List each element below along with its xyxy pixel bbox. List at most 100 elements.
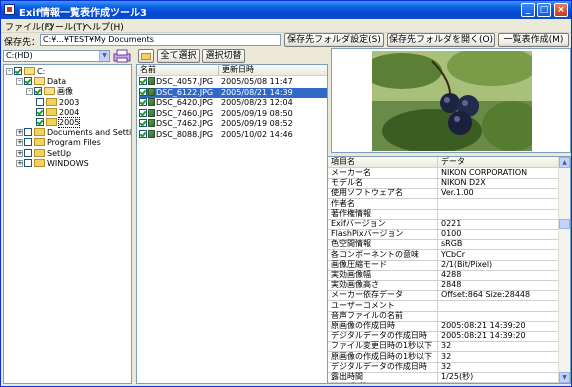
tree-checkbox[interactable] bbox=[24, 128, 32, 137]
file-row[interactable]: DSC_7460.JPG 2005/09/19 08:50 bbox=[139, 108, 327, 119]
tree-checkbox[interactable] bbox=[24, 138, 32, 147]
expand-icon[interactable]: + bbox=[16, 129, 23, 137]
folder-tree[interactable]: - C: - Data - 画像 2003 2004 2005 + Documents and Se… bbox=[3, 64, 132, 384]
drive-select[interactable]: C:(HD) ▼ bbox=[3, 50, 110, 62]
folder-icon bbox=[34, 138, 45, 147]
maximize-button[interactable]: □ bbox=[537, 3, 551, 17]
image-file-icon bbox=[148, 108, 155, 117]
menu-bar: ファイル(F) ツール(T) ヘルプ(H) bbox=[1, 19, 571, 33]
image-preview bbox=[331, 48, 571, 153]
property-table-header: 項目名 データ bbox=[328, 157, 558, 168]
file-row[interactable]: DSC_8088.JPG 2005/10/02 14:46 bbox=[139, 130, 327, 140]
property-key: ファイル変更日時の1秒以下 bbox=[328, 341, 438, 352]
property-key: 著作権情報 bbox=[328, 208, 438, 219]
file-checkbox[interactable] bbox=[139, 98, 147, 107]
file-name: DSC_6420.JPG bbox=[156, 98, 214, 108]
printer-icon[interactable] bbox=[113, 49, 131, 63]
file-date: 2005/08/23 12:04 bbox=[221, 98, 293, 108]
property-key: Exifバージョン bbox=[328, 219, 438, 229]
property-value: YCbCr bbox=[441, 249, 465, 259]
create-list-button[interactable]: 一覧表作成(M) bbox=[498, 33, 569, 47]
collapse-icon[interactable]: - bbox=[16, 78, 23, 86]
property-value: 4288 bbox=[441, 270, 462, 279]
set-save-folder-button[interactable]: 保存先フォルダ設定(S) bbox=[284, 33, 384, 47]
expand-icon[interactable]: + bbox=[16, 159, 23, 167]
tree-node[interactable]: 2005 bbox=[36, 117, 81, 128]
property-key: 実効画像幅 bbox=[328, 270, 438, 280]
property-row[interactable]: レンズF値F8.0 bbox=[328, 382, 558, 383]
image-file-icon bbox=[148, 87, 155, 96]
file-list[interactable]: 名前 更新日時 DSC_4057.JPG 2005/05/08 11:47 DSC_… bbox=[136, 64, 328, 384]
tree-node[interactable]: - 画像 bbox=[26, 87, 73, 97]
property-key: 各コンポーネントの意味 bbox=[328, 249, 438, 260]
title-bar[interactable]: Exif情報一覧表作成ツール3 _ □ × bbox=[1, 1, 571, 19]
scroll-thumb[interactable] bbox=[559, 219, 570, 229]
tree-node[interactable]: - C: bbox=[6, 67, 45, 77]
file-checkbox[interactable] bbox=[139, 87, 147, 96]
expand-icon[interactable]: + bbox=[16, 149, 23, 157]
save-path-input[interactable]: C:¥...¥TEST¥My Documents bbox=[40, 34, 281, 46]
app-icon bbox=[4, 4, 15, 15]
property-key: レンズF値 bbox=[328, 382, 438, 383]
property-key: デジタルデータの作成日時 bbox=[328, 361, 438, 372]
tree-node[interactable]: 2004 bbox=[36, 107, 79, 118]
file-checkbox[interactable] bbox=[139, 77, 147, 85]
collapse-icon[interactable]: - bbox=[26, 88, 33, 96]
tree-node-label: Program Files bbox=[47, 138, 101, 148]
column-header-date[interactable]: 更新日時 bbox=[219, 65, 327, 76]
tree-node-label: Documents and Settings bbox=[47, 128, 132, 138]
close-button[interactable]: × bbox=[554, 3, 568, 17]
scroll-down-icon[interactable]: ▼ bbox=[559, 372, 570, 383]
file-row[interactable]: DSC_4057.JPG 2005/05/08 11:47 bbox=[139, 77, 327, 87]
tree-node[interactable]: + WINDOWS bbox=[16, 158, 89, 169]
tree-node-label: SetUp bbox=[47, 148, 72, 158]
app-window: Exif情報一覧表作成ツール3 _ □ × ファイル(F) ツール(T) ヘルプ… bbox=[0, 0, 572, 387]
file-row[interactable]: DSC_6420.JPG 2005/08/23 12:04 bbox=[139, 98, 327, 108]
chevron-down-icon[interactable]: ▼ bbox=[99, 51, 109, 61]
property-value: 2005:08:21 14:39:20 bbox=[441, 331, 526, 341]
folder-icon bbox=[44, 87, 55, 96]
tree-node[interactable]: 2003 bbox=[36, 97, 79, 108]
folder-up-button[interactable] bbox=[138, 49, 154, 63]
tree-checkbox[interactable] bbox=[24, 158, 32, 167]
property-value: 32 bbox=[441, 351, 452, 361]
file-checkbox[interactable] bbox=[139, 130, 147, 138]
folder-icon bbox=[34, 77, 45, 86]
image-file-icon bbox=[148, 130, 155, 138]
file-row[interactable]: DSC_6122.JPG 2005/08/21 14:39 bbox=[139, 87, 327, 98]
tree-checkbox[interactable] bbox=[14, 67, 22, 75]
expand-icon[interactable]: + bbox=[16, 139, 23, 147]
minimize-button[interactable]: _ bbox=[521, 3, 535, 17]
select-all-button[interactable]: 全て選択 bbox=[157, 49, 200, 63]
open-save-folder-button[interactable]: 保存先フォルダを開く(O) bbox=[387, 33, 495, 47]
file-row[interactable]: DSC_7462.JPG 2005/09/19 08:52 bbox=[139, 119, 327, 129]
property-value: Offset:864 Size:28448 bbox=[441, 290, 531, 300]
scroll-up-icon[interactable]: ▲ bbox=[559, 157, 570, 168]
exif-property-table[interactable]: 項目名 データ ▲ ▼ メーカー名 NIKON CORPORATION モデル名 NI… bbox=[327, 156, 571, 384]
property-scrollbar[interactable]: ▲ ▼ bbox=[558, 157, 570, 383]
menu-help[interactable]: ヘルプ(H) bbox=[83, 20, 124, 33]
tree-checkbox[interactable] bbox=[34, 87, 42, 96]
tree-checkbox[interactable] bbox=[36, 97, 44, 106]
property-value: 0221 bbox=[441, 219, 462, 228]
tree-checkbox[interactable] bbox=[24, 77, 32, 86]
tree-checkbox[interactable] bbox=[36, 118, 44, 126]
toggle-selection-button[interactable]: 選択切替 bbox=[202, 49, 245, 63]
column-header-name[interactable]: 名前 bbox=[137, 65, 219, 76]
tree-checkbox[interactable] bbox=[24, 148, 32, 157]
property-value: sRGB bbox=[441, 239, 463, 249]
tree-node[interactable]: + Documents and Settings bbox=[16, 128, 132, 138]
file-checkbox[interactable] bbox=[139, 119, 147, 128]
header-key: 項目名 bbox=[328, 157, 438, 167]
tree-checkbox[interactable] bbox=[36, 107, 44, 116]
tree-node[interactable]: + SetUp bbox=[16, 148, 72, 159]
folder-icon bbox=[34, 128, 45, 137]
file-checkbox[interactable] bbox=[139, 108, 147, 117]
tree-node[interactable]: + Program Files bbox=[16, 138, 101, 148]
collapse-icon[interactable]: - bbox=[6, 68, 13, 75]
file-name-cell: DSC_4057.JPG bbox=[139, 77, 213, 86]
property-value: 32 bbox=[441, 341, 452, 351]
menu-tools[interactable]: ツール(T) bbox=[46, 20, 86, 33]
tree-node[interactable]: - Data bbox=[16, 77, 66, 87]
folder-icon bbox=[34, 158, 45, 167]
